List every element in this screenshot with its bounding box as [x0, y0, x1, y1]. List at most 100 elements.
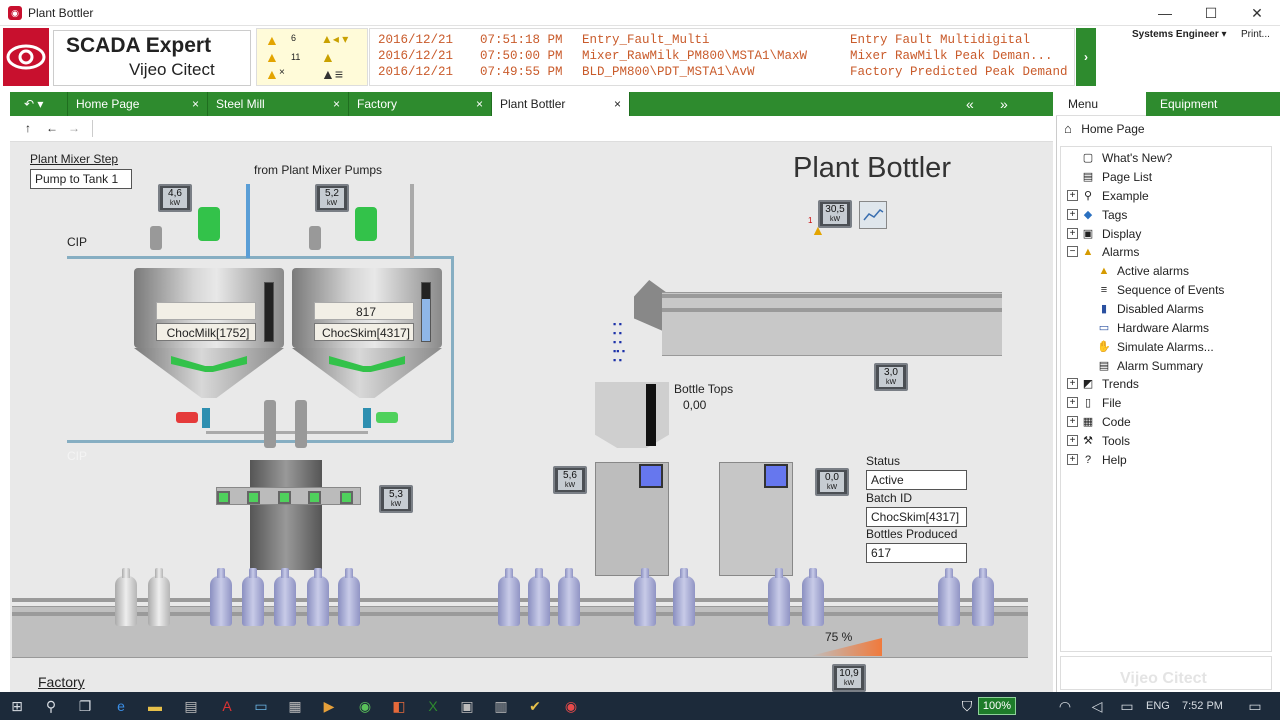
clock[interactable]: 7:52 PM — [1182, 692, 1223, 720]
power-meter[interactable]: 10,9 kW — [832, 664, 866, 692]
outlet-valve-open[interactable] — [376, 412, 398, 423]
task-view-icon[interactable]: ❐ — [70, 692, 100, 720]
sidebar-item-sequence-of-events[interactable]: ≡ Sequence of Events — [1097, 281, 1225, 299]
filler-machine[interactable] — [250, 460, 322, 570]
app-icon[interactable]: ▥ — [486, 692, 516, 720]
power-meter[interactable]: 5,3 kW — [379, 485, 413, 513]
valve[interactable] — [295, 400, 307, 448]
sidebar-item-whats-new[interactable]: ▢ What's New? — [1081, 149, 1173, 167]
filler-nozzle[interactable] — [340, 491, 353, 504]
media-icon[interactable]: ▶ — [314, 692, 344, 720]
alarm-next-button[interactable]: › — [1076, 28, 1096, 86]
filler-nozzle[interactable] — [247, 491, 260, 504]
excel-icon[interactable]: X — [418, 692, 448, 720]
tab-back-button[interactable]: ↶ ▾ — [10, 92, 68, 116]
remote-desktop-icon[interactable]: ▭ — [246, 692, 276, 720]
filler-nozzle[interactable] — [308, 491, 321, 504]
sidebar-item-active-alarms[interactable]: ▲ Active alarms — [1097, 262, 1189, 280]
sidebar-item-tags[interactable]: + ◆ Tags — [1067, 206, 1127, 224]
sidebar-item-example[interactable]: + ⚲ Example — [1067, 187, 1149, 205]
capper-status-indicator[interactable] — [639, 464, 663, 488]
filler-nozzle[interactable] — [217, 491, 230, 504]
sound-alarm-icon[interactable]: ▲◂ ▾ — [321, 32, 348, 46]
tabs-next-button[interactable]: » — [1000, 92, 1008, 116]
alarm-counts-panel[interactable]: ▲ 6 ▲◂ ▾ ▲ 11 ▲ ▲ × ▲≡ — [256, 28, 368, 86]
sidebar-item-tools[interactable]: + ⚒ Tools — [1067, 432, 1130, 450]
tab-close-icon[interactable]: × — [614, 92, 621, 116]
app-icon[interactable]: ▣ — [452, 692, 482, 720]
vijeo-citect-taskbar-icon[interactable]: ◉ — [556, 692, 586, 720]
tab-steel-mill[interactable]: Steel Mill × — [208, 92, 349, 116]
brand-logo-icon — [3, 28, 49, 86]
valve[interactable] — [264, 400, 276, 448]
language-indicator[interactable]: ENG — [1146, 692, 1170, 720]
volume-icon[interactable]: ◁ — [1082, 692, 1112, 720]
battery-indicator[interactable]: 100% — [978, 697, 1016, 715]
power-meter[interactable]: 0,0 kW — [815, 468, 849, 496]
mixer-motor[interactable] — [355, 207, 377, 241]
sidebar-item-trends[interactable]: + ◩ Trends — [1067, 375, 1139, 393]
close-button[interactable]: ✕ — [1234, 0, 1280, 26]
sidebar-item-alarm-summary[interactable]: ▤ Alarm Summary — [1097, 357, 1203, 375]
nav-back-button[interactable]: ← — [46, 121, 58, 135]
mixer-step-label[interactable]: Plant Mixer Step — [30, 152, 118, 166]
factory-link[interactable]: Factory — [38, 674, 85, 690]
tab-plant-bottler[interactable]: Plant Bottler × — [492, 92, 630, 116]
warning-icon[interactable]: ▲ — [811, 222, 825, 238]
nav-up-button[interactable]: ↑ — [25, 121, 31, 135]
power-meter[interactable]: 5,2 kW — [315, 184, 349, 212]
sidebar-item-disabled-alarms[interactable]: ▮ Disabled Alarms — [1097, 300, 1204, 318]
print-button[interactable]: Print... — [1241, 29, 1270, 40]
app-icon[interactable]: ◧ — [384, 692, 414, 720]
sidebar-item-simulate-alarms[interactable]: ✋ Simulate Alarms... — [1097, 338, 1214, 356]
maximize-button[interactable]: ☐ — [1188, 0, 1234, 26]
chrome-icon[interactable]: ◉ — [350, 692, 380, 720]
valve[interactable] — [309, 226, 321, 250]
action-center-icon[interactable]: ▭ — [1240, 692, 1270, 720]
power-meter[interactable]: 3,0 kW — [874, 363, 908, 391]
outlet-valve-closed[interactable] — [176, 412, 198, 423]
sidebar-item-home[interactable]: ⌂ Home Page — [1064, 121, 1145, 136]
nav-forward-button[interactable]: → — [68, 121, 80, 135]
wifi-icon[interactable]: ◠ — [1050, 692, 1080, 720]
acrobat-icon[interactable]: A — [212, 692, 242, 720]
tab-close-icon[interactable]: × — [333, 92, 340, 116]
valve[interactable] — [150, 226, 162, 250]
alarm-banner[interactable]: 2016/12/21 07:51:18 PM Entry_Fault_Multi… — [369, 28, 1075, 86]
tab-home-page[interactable]: Home Page × — [68, 92, 208, 116]
edge-icon[interactable]: e — [106, 692, 136, 720]
navigation-bar: ↑ ← → — [10, 116, 1053, 142]
sidebar-item-code[interactable]: + ▦ Code — [1067, 413, 1131, 431]
tabs-prev-button[interactable]: « — [966, 92, 974, 116]
tab-menu[interactable]: Menu — [1056, 92, 1146, 116]
sidebar-item-help[interactable]: +? Help — [1067, 451, 1127, 469]
trend-icon[interactable] — [859, 201, 887, 229]
folder-icon[interactable]: ▬ — [140, 692, 170, 720]
mixer-motor[interactable] — [198, 207, 220, 241]
power-meter[interactable]: 4,6 kW — [158, 184, 192, 212]
sidebar-item-page-list[interactable]: ▤ Page List — [1081, 168, 1152, 186]
start-icon[interactable]: ⊞ — [2, 692, 32, 720]
app-icon[interactable]: ✔ — [520, 692, 550, 720]
mixer-step-value: Pump to Tank 1 — [30, 169, 132, 189]
power-meter[interactable]: 5,6 kW — [553, 466, 587, 494]
sidebar-item-file[interactable]: + ▯ File — [1067, 394, 1121, 412]
app-icon[interactable]: ▦ — [280, 692, 310, 720]
tab-factory[interactable]: Factory × — [349, 92, 492, 116]
sidebar-item-display[interactable]: + ▣ Display — [1067, 225, 1141, 243]
tab-close-icon[interactable]: × — [476, 92, 483, 116]
minimize-button[interactable]: — — [1142, 0, 1188, 26]
store-icon[interactable]: ▤ — [176, 692, 206, 720]
trend-icon: ◩ — [1082, 378, 1094, 390]
sidebar-item-alarms[interactable]: − ▲ Alarms — [1067, 243, 1139, 261]
notification-area-icon[interactable]: ▭ — [1112, 692, 1142, 720]
alarm-list-icon[interactable]: ▲≡ — [321, 66, 343, 82]
search-icon[interactable]: ⚲ — [36, 692, 66, 720]
tab-close-icon[interactable]: × — [192, 92, 199, 116]
user-menu[interactable]: Systems Engineer ▾ — [1132, 29, 1227, 40]
tab-equipment[interactable]: Equipment — [1146, 92, 1280, 116]
sidebar-item-hardware-alarms[interactable]: ▭ Hardware Alarms — [1097, 319, 1209, 337]
ack-alarm-icon[interactable]: ▲ — [321, 49, 335, 65]
filler-nozzle[interactable] — [278, 491, 291, 504]
labeller-status-indicator[interactable] — [764, 464, 788, 488]
